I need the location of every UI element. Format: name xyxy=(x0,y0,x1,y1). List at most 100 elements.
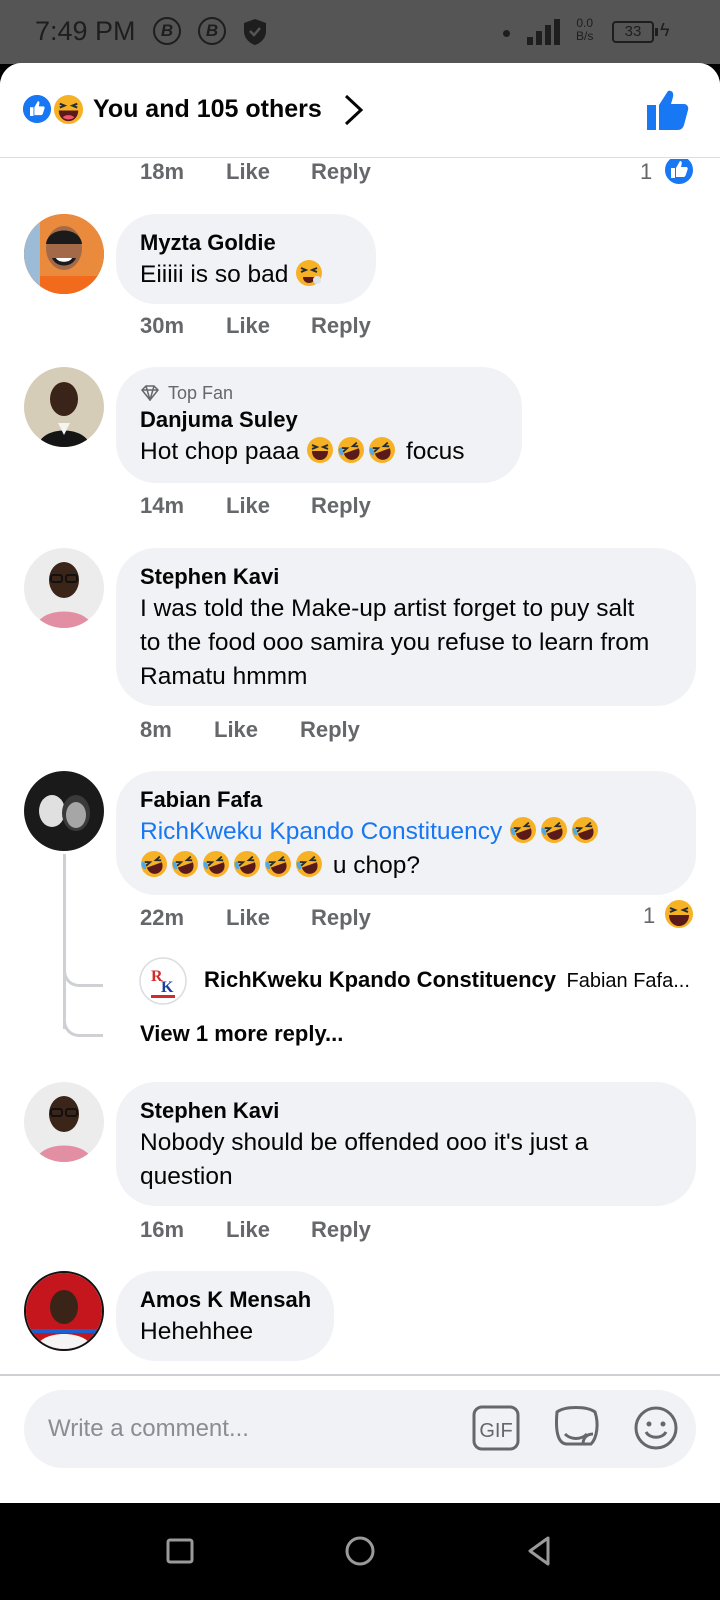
comment-meta: 14m Like Reply xyxy=(140,493,540,523)
comment-text: Eiiiii is so bad xyxy=(140,261,289,288)
thread-connector xyxy=(63,1009,103,1037)
reply-snippet: Fabian Fafa... xyxy=(566,970,690,992)
reactions-header[interactable]: You and 105 others xyxy=(0,63,720,158)
gif-icon[interactable]: GIF xyxy=(472,1405,520,1451)
view-more-replies-link[interactable]: View 1 more reply... xyxy=(140,1021,343,1047)
rofl-emoji xyxy=(141,851,167,877)
emoji-icon[interactable] xyxy=(633,1405,679,1451)
system-nav-bar xyxy=(0,1503,720,1600)
avatar[interactable] xyxy=(24,1271,104,1351)
haha-icon xyxy=(52,93,85,126)
comment-text: u chop? xyxy=(332,852,420,879)
reply-button[interactable]: Reply xyxy=(311,905,371,931)
comment-bubble[interactable]: Top Fan Danjuma Suley Hot chop paaa focu… xyxy=(116,367,522,483)
commenter-name[interactable]: Fabian Fafa xyxy=(140,785,672,815)
comment-bubble[interactable]: Stephen Kavi Nobody should be offended o… xyxy=(116,1082,696,1206)
commenter-name[interactable]: Myzta Goldie xyxy=(140,228,352,258)
reply-button[interactable]: Reply xyxy=(311,493,371,519)
comment-time: 18m xyxy=(140,159,185,184)
comment-meta: 8m Like Reply xyxy=(140,717,540,747)
reply-button[interactable]: Reply xyxy=(311,313,371,339)
haha-emoji xyxy=(307,437,334,463)
comment-composer: GIF xyxy=(0,1374,720,1503)
charging-icon: ϟ xyxy=(660,20,670,40)
thread-connector xyxy=(63,959,103,987)
shield-icon xyxy=(244,19,266,45)
battery-level: 33 xyxy=(624,23,642,40)
like-button[interactable]: Like xyxy=(214,717,258,743)
comment-text: Nobody should be offended ooo it's just … xyxy=(140,1129,589,1190)
rofl-emoji xyxy=(265,851,291,877)
commenter-name[interactable]: Danjuma Suley xyxy=(140,405,498,435)
like-button[interactable]: Like xyxy=(226,313,270,339)
avatar[interactable] xyxy=(24,771,104,851)
like-button[interactable]: Like xyxy=(226,905,270,931)
mention-link[interactable]: RichKweku Kpando Constituency xyxy=(140,818,502,845)
comment-time: 22m xyxy=(140,905,185,930)
comment-bubble[interactable]: Myzta Goldie Eiiiii is so bad xyxy=(116,214,376,304)
reply-button[interactable]: Reply xyxy=(311,159,371,185)
comment-meta: 22m Like Reply xyxy=(140,905,540,935)
status-bar: 7:49 PM B B 0.0 B/s 33 ϟ xyxy=(0,0,720,64)
home-button[interactable] xyxy=(342,1533,378,1569)
tired-face-emoji xyxy=(296,260,323,286)
avatar[interactable] xyxy=(24,548,104,628)
comment-time: 14m xyxy=(140,493,185,518)
comment-bubble[interactable]: Amos K Mensah Hehehhee xyxy=(116,1271,334,1361)
reply-button[interactable]: Reply xyxy=(300,717,360,743)
comment-meta: 30m Like Reply xyxy=(140,313,540,343)
comment-text: Hot chop paaa xyxy=(140,438,300,465)
battery-icon: 33 xyxy=(612,21,658,43)
comment-bubble[interactable]: Fabian Fafa RichKweku Kpando Constituenc… xyxy=(116,771,696,895)
like-button[interactable]: Like xyxy=(226,493,270,519)
like-button[interactable]: Like xyxy=(226,1217,270,1243)
haha-icon[interactable] xyxy=(662,897,696,931)
comment-time: 30m xyxy=(140,313,185,338)
comment-meta: 16m Like Reply xyxy=(140,1217,540,1247)
gif-label: GIF xyxy=(479,1420,512,1442)
avatar[interactable] xyxy=(24,1082,104,1162)
reply-button[interactable]: Reply xyxy=(311,1217,371,1243)
commenter-name[interactable]: Amos K Mensah xyxy=(140,1285,311,1315)
diamond-icon xyxy=(140,385,160,401)
svg-text:K: K xyxy=(161,979,174,996)
comment-text: focus xyxy=(406,438,465,465)
b-coin-icon: B xyxy=(153,17,181,45)
comments-list: 18m Like Reply 1 Myzta Goldie Eiiiii is … xyxy=(0,159,720,1374)
reaction-count: 1 xyxy=(640,159,653,184)
dot-icon xyxy=(503,30,510,37)
like-icon[interactable] xyxy=(662,159,696,187)
reactions-summary[interactable]: You and 105 others xyxy=(93,95,322,124)
top-fan-badge: Top Fan xyxy=(140,381,498,405)
comment-meta: 18m Like Reply xyxy=(140,159,700,189)
rofl-emoji xyxy=(510,817,537,843)
reply-avatar[interactable]: R K xyxy=(139,957,187,1005)
comment-bubble[interactable]: Stephen Kavi I was told the Make-up arti… xyxy=(116,548,696,706)
reply-author[interactable]: RichKweku Kpando Constituency xyxy=(204,967,556,992)
commenter-name[interactable]: Stephen Kavi xyxy=(140,562,672,592)
comments-sheet: You and 105 others 18m Like Reply 1 Myzt… xyxy=(0,63,720,1503)
rofl-emoji xyxy=(338,437,365,463)
net-speed: 0.0 B/s xyxy=(576,17,593,43)
avatar[interactable] xyxy=(24,367,104,447)
b-coin-icon: B xyxy=(198,17,226,45)
rofl-emoji xyxy=(296,851,322,877)
commenter-name[interactable]: Stephen Kavi xyxy=(140,1096,672,1126)
reply-preview[interactable]: RichKweku Kpando Constituency Fabian Faf… xyxy=(204,967,704,993)
rofl-emoji xyxy=(172,851,198,877)
chevron-right-icon[interactable] xyxy=(343,93,365,127)
rofl-emoji xyxy=(203,851,229,877)
sticker-icon[interactable] xyxy=(551,1404,601,1452)
comment-text: Hehehhee xyxy=(140,1318,254,1345)
rofl-emoji xyxy=(572,817,599,843)
back-button[interactable] xyxy=(522,1533,558,1569)
reaction-count: 1 xyxy=(643,903,656,928)
recents-button[interactable] xyxy=(162,1533,198,1569)
badge-label: Top Fan xyxy=(168,383,234,403)
like-icon xyxy=(21,93,53,125)
avatar[interactable] xyxy=(24,214,104,294)
like-button-icon[interactable] xyxy=(646,89,690,131)
like-button[interactable]: Like xyxy=(226,159,270,185)
comment-time: 8m xyxy=(140,717,172,742)
comment-text: I was told the Make-up artist forget to … xyxy=(140,595,650,690)
